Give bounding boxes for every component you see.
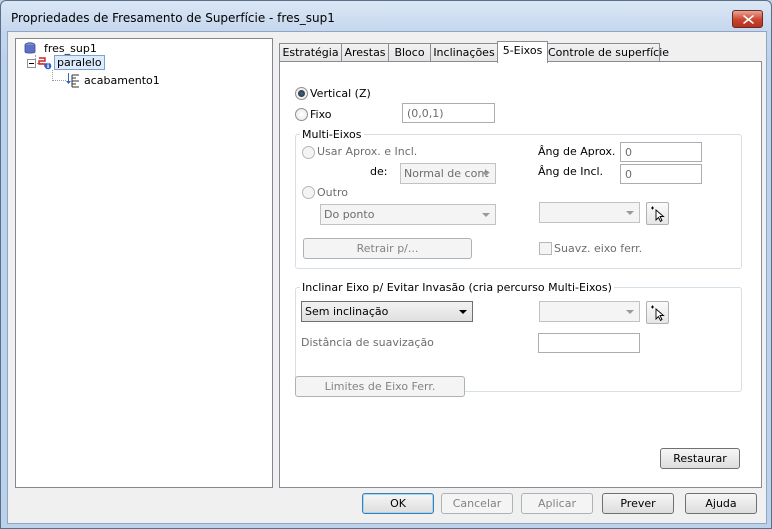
window-title: Propriedades de Fresamento de Superfície…	[11, 11, 335, 25]
cancel-button-label: Cancelar	[452, 497, 502, 510]
cancel-button[interactable]: Cancelar	[441, 493, 513, 514]
tilt-pick-point-button[interactable]	[646, 301, 669, 324]
tilt-mode-value: Sem inclinação	[305, 305, 389, 318]
database-icon	[24, 42, 36, 54]
tree-item-label: paralelo	[54, 55, 105, 70]
tab-label: Controle de superfície	[548, 46, 670, 59]
apply-button[interactable]: Aplicar	[521, 493, 593, 514]
tab-estrategia[interactable]: Estratégia	[279, 43, 342, 62]
help-button[interactable]: Ajuda	[685, 493, 757, 514]
tab-label: 5-Eixos	[502, 44, 543, 57]
close-icon	[743, 15, 754, 24]
tilt-reference-combo[interactable]	[539, 301, 640, 322]
chevron-down-icon	[626, 211, 634, 215]
tab-5-eixos[interactable]: 5-Eixos	[497, 41, 548, 63]
tab-bloco[interactable]: Bloco	[388, 43, 431, 62]
finishing-operation-icon	[66, 73, 79, 88]
ok-button[interactable]: OK	[362, 493, 434, 514]
vertical-z-radio[interactable]	[295, 87, 308, 100]
chevron-down-icon	[482, 213, 490, 217]
other-label: Outro	[317, 186, 348, 199]
use-lead-tilt-label: Usar Aprox. e Incl.	[317, 145, 418, 158]
tab-label: Estratégia	[282, 46, 339, 59]
restore-button[interactable]: Restaurar	[660, 448, 740, 469]
other-source-combo[interactable]: Do ponto	[320, 204, 496, 225]
other-source-value: Do ponto	[324, 208, 375, 221]
retract-button-label: Retrair p/...	[356, 242, 419, 255]
five-axis-panel: Vertical (Z) Fixo (0,0,1) Multi-Eixos Us…	[279, 61, 762, 488]
apply-button-label: Aplicar	[538, 497, 576, 510]
pick-cursor-icon	[651, 206, 665, 223]
retract-button[interactable]: Retrair p/...	[303, 238, 472, 259]
tilt-mode-combo[interactable]: Sem inclinação	[301, 301, 473, 322]
lead-angle-field[interactable]: 0	[620, 142, 702, 162]
lead-angle-label: Âng de Aprox.	[538, 145, 616, 158]
help-button-label: Ajuda	[705, 497, 737, 510]
tree-item-paralelo[interactable]: paralelo	[38, 55, 158, 71]
tool-axis-limits-label: Limites de Eixo Ferr.	[324, 380, 436, 393]
smoothing-distance-field[interactable]	[538, 333, 640, 353]
other-reference-combo[interactable]	[539, 202, 640, 223]
restore-button-label: Restaurar	[673, 452, 727, 465]
chevron-down-icon	[482, 172, 490, 176]
close-button[interactable]	[732, 10, 763, 28]
other-radio[interactable]	[302, 186, 315, 199]
chevron-down-icon	[459, 310, 467, 314]
toolpath-strategy-icon	[38, 57, 52, 70]
fixed-axis-radio[interactable]	[295, 108, 308, 121]
pick-cursor-icon	[651, 305, 665, 322]
tab-label: Inclinações	[433, 46, 495, 59]
chevron-down-icon	[626, 310, 634, 314]
tree-item-label: fres_sup1	[44, 42, 97, 55]
tab-label: Bloco	[394, 46, 425, 59]
from-combo[interactable]: Normal de cont	[400, 163, 496, 184]
multi-axis-group-title: Multi-Eixos	[300, 128, 364, 141]
smooth-tool-axis-label: Suavz. eixo ferr.	[554, 242, 643, 255]
operation-tree[interactable]: fres_sup1 paralelo acabamento1	[15, 38, 273, 488]
preview-button[interactable]: Prever	[602, 493, 674, 514]
from-combo-value: Normal de cont	[404, 167, 489, 180]
tilt-angle-field[interactable]: 0	[620, 164, 702, 184]
tilt-avoid-group-title: Inclinar Eixo p/ Evitar Invasão (cria pe…	[300, 281, 614, 294]
smoothing-distance-label: Distância de suavização	[301, 336, 434, 349]
preview-button-label: Prever	[620, 497, 656, 510]
fixed-axis-label: Fixo	[310, 108, 332, 121]
tilt-angle-label: Âng de Incl.	[538, 165, 604, 178]
smooth-tool-axis-checkbox[interactable]	[539, 242, 552, 255]
tool-axis-limits-button[interactable]: Limites de Eixo Ferr.	[295, 376, 465, 397]
tree-item-acabamento1[interactable]: acabamento1	[66, 73, 206, 89]
tab-arestas[interactable]: Arestas	[341, 43, 389, 62]
tab-label: Arestas	[344, 46, 386, 59]
tab-controle-de-superficie[interactable]: Controle de superfície	[547, 43, 669, 62]
vertical-z-label: Vertical (Z)	[310, 87, 371, 100]
dialog-client-area: fres_sup1 paralelo acabamento1 Estratégi…	[7, 31, 767, 524]
title-bar: Propriedades de Fresamento de Superfície…	[1, 1, 771, 31]
ok-button-label: OK	[390, 497, 406, 510]
tree-collapse-toggle[interactable]	[27, 59, 36, 68]
fixed-axis-vector-field[interactable]: (0,0,1)	[402, 103, 495, 123]
use-lead-tilt-radio[interactable]	[302, 146, 315, 159]
tree-item-label: acabamento1	[84, 74, 160, 87]
from-label: de:	[370, 165, 388, 178]
pick-point-button[interactable]	[646, 202, 669, 225]
dialog-window: Propriedades de Fresamento de Superfície…	[0, 0, 772, 529]
tab-inclinacoes[interactable]: Inclinações	[430, 43, 498, 62]
